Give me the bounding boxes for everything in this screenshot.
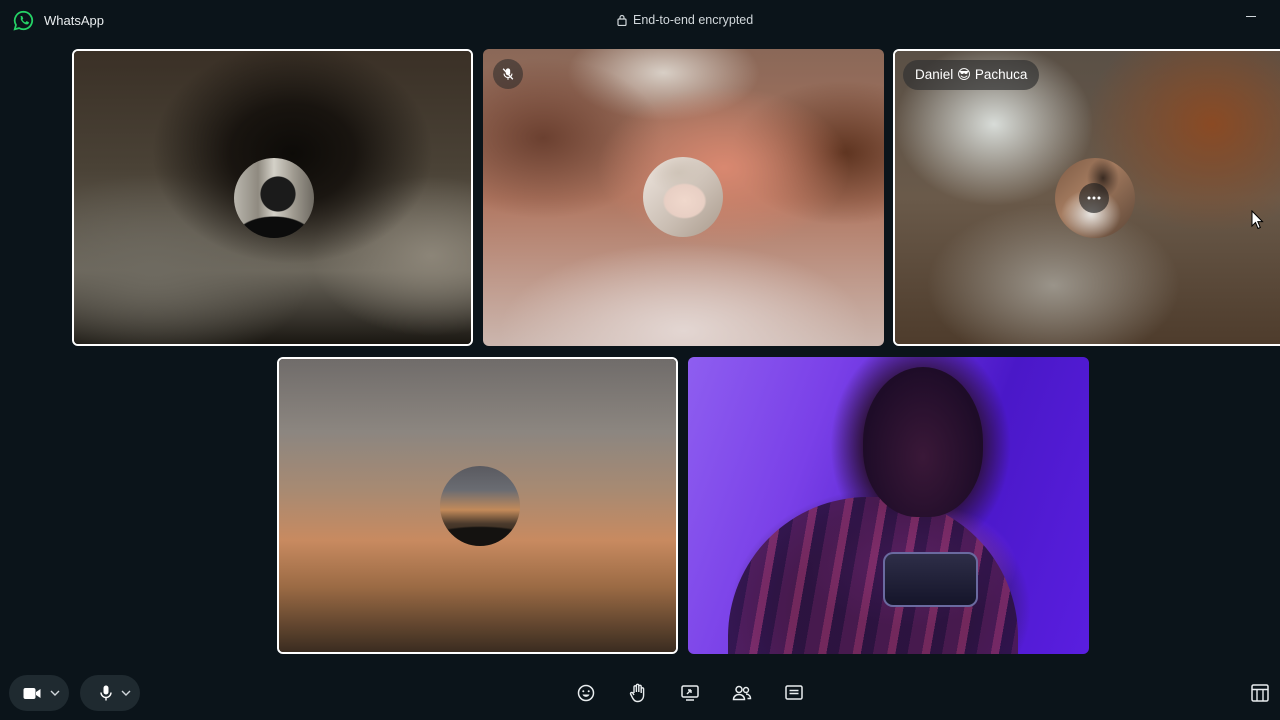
participant-avatar — [1055, 158, 1135, 238]
encryption-text: End-to-end encrypted — [633, 13, 754, 27]
video-camera-icon — [23, 687, 41, 700]
video-options-dropdown[interactable] — [43, 675, 67, 711]
raise-hand-button[interactable] — [626, 681, 650, 705]
emoji-icon — [577, 684, 595, 702]
minimize-button[interactable] — [1238, 6, 1264, 26]
whatsapp-logo-icon — [13, 10, 34, 31]
participant-avatar — [643, 157, 723, 237]
encryption-status: End-to-end encrypted — [617, 13, 753, 27]
more-dots-icon — [1087, 196, 1101, 200]
title-bar: WhatsApp End-to-end encrypted — [0, 0, 1280, 40]
participant-tile[interactable] — [72, 49, 473, 346]
microphone-icon — [100, 685, 112, 701]
video-control-group — [9, 675, 69, 711]
reactions-button[interactable] — [574, 681, 598, 705]
mic-options-dropdown[interactable] — [114, 675, 138, 711]
video-toggle-button[interactable] — [9, 675, 43, 711]
layout-icon — [1251, 684, 1269, 702]
participant-avatar — [234, 158, 314, 238]
participant-tile[interactable]: Daniel 😎 Pachuca — [893, 49, 1280, 346]
held-camera — [883, 552, 978, 607]
chat-icon — [785, 685, 803, 701]
screen-share-icon — [681, 685, 699, 701]
participant-name: Daniel 😎 Pachuca — [903, 60, 1040, 90]
minimize-icon — [1246, 15, 1256, 17]
mic-off-icon — [501, 67, 515, 81]
mic-control-group — [80, 675, 140, 711]
raise-hand-icon — [629, 683, 647, 703]
participant-tile[interactable] — [483, 49, 884, 346]
chevron-down-icon — [50, 690, 60, 696]
app-title: WhatsApp — [44, 13, 104, 28]
lock-icon — [617, 14, 627, 26]
mouse-cursor-icon — [1251, 210, 1264, 230]
participant-avatar — [440, 466, 520, 546]
layout-button[interactable] — [1248, 681, 1272, 705]
chevron-down-icon — [121, 690, 131, 696]
person-head — [863, 367, 983, 517]
more-options-button[interactable] — [1079, 183, 1109, 213]
screen-share-button[interactable] — [678, 681, 702, 705]
participants-button[interactable] — [730, 681, 754, 705]
mic-toggle-button[interactable] — [80, 675, 114, 711]
participants-icon — [732, 685, 752, 701]
self-video-tile[interactable] — [688, 357, 1089, 654]
chat-button[interactable] — [782, 681, 806, 705]
muted-badge — [493, 59, 523, 89]
participant-tile[interactable] — [277, 357, 678, 654]
